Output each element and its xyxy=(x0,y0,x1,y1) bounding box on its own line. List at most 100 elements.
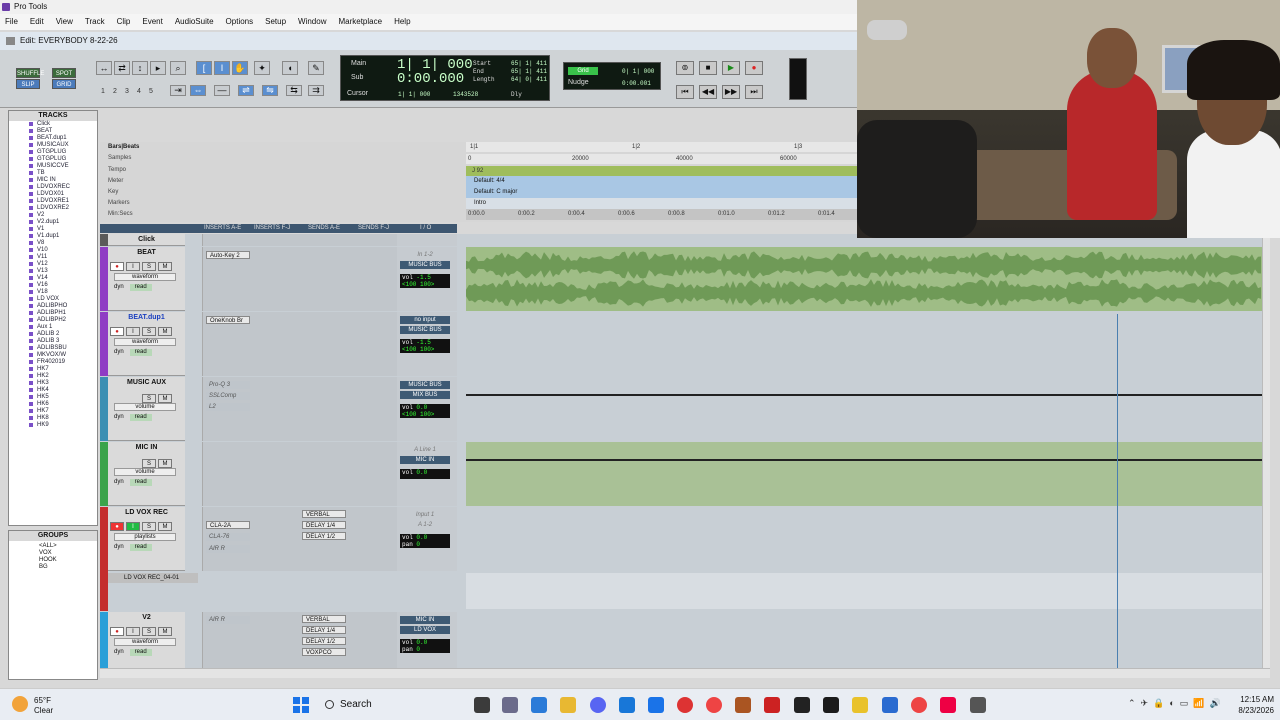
group-list-item[interactable]: VOX xyxy=(39,550,97,557)
sends-ae-header[interactable]: SENDS A-E xyxy=(308,224,340,233)
solo-button[interactable]: S xyxy=(142,627,156,636)
track-list-item[interactable]: FR402019 xyxy=(29,359,97,366)
ruler-label-markers[interactable]: Markers xyxy=(108,200,130,206)
warning-icon[interactable] xyxy=(852,697,868,713)
track-list-item[interactable]: TB xyxy=(29,170,97,177)
solo-button[interactable]: S xyxy=(142,262,156,271)
track-music-aux[interactable]: MUSIC AUX SM volume dyn read Pro-Q 3 SSLC… xyxy=(100,377,1270,441)
automation-mode[interactable]: read xyxy=(129,544,152,551)
fast-forward-button[interactable]: ▶▶ xyxy=(722,85,740,99)
track-list-item[interactable]: V11 xyxy=(29,254,97,261)
track-view-selector[interactable]: waveform xyxy=(114,338,176,346)
volume-pan-display[interactable]: vol 0.0 pan 0 xyxy=(400,639,450,653)
menu-clip[interactable]: Clip xyxy=(117,14,131,30)
track-beat-dup1[interactable]: BEAT.dup1 ● I S M waveform dyn read OneKnob … xyxy=(100,312,1270,376)
pencil-tool-icon[interactable]: ✎ xyxy=(308,61,324,75)
vertical-scrollbar[interactable] xyxy=(1262,236,1270,676)
zoom-preset-2[interactable]: 2 xyxy=(110,87,120,97)
menu-window[interactable]: Window xyxy=(298,14,326,30)
menu-options[interactable]: Options xyxy=(226,14,254,30)
track-list-item[interactable]: LDVOX01 xyxy=(29,191,97,198)
grid-value[interactable]: 0| 1| 000 xyxy=(622,68,654,75)
track-ld-vox-rec[interactable]: LD VOX REC ● I S M playlists dyn read LD VOX… xyxy=(100,507,1270,611)
calculator-icon[interactable] xyxy=(882,697,898,713)
length-value[interactable]: 64| 0| 411 xyxy=(511,76,547,83)
tempo-ruler[interactable]: J 92 xyxy=(466,166,857,176)
app-icon[interactable] xyxy=(677,697,693,713)
app-icon[interactable] xyxy=(735,697,751,713)
volume-pan-display[interactable]: vol 0.0 <100 100> xyxy=(400,404,450,418)
track-list-item[interactable]: Click xyxy=(29,121,97,128)
task-view-icon[interactable] xyxy=(474,697,490,713)
link-track-edit-icon[interactable]: — xyxy=(214,85,230,96)
speaker-tool-icon[interactable]: ◖ xyxy=(282,61,298,75)
track-list-item[interactable]: V14 xyxy=(29,275,97,282)
horizontal-scrollbar[interactable] xyxy=(100,668,1270,678)
insert-slot-c[interactable]: L2 xyxy=(206,403,250,411)
track-list-item[interactable]: LDVOXRE2 xyxy=(29,205,97,212)
record-enable-button[interactable]: ● xyxy=(110,262,124,271)
start-value[interactable]: 65| 1| 411 xyxy=(511,60,547,67)
track-list-item[interactable]: MUSICAUX xyxy=(29,142,97,149)
track-view-selector[interactable]: waveform xyxy=(114,273,176,281)
automation-selector[interactable]: dyn read xyxy=(114,649,176,657)
solo-button[interactable]: S xyxy=(142,459,156,468)
track-list-item[interactable]: HK4 xyxy=(29,387,97,394)
solo-button[interactable]: S xyxy=(142,522,156,531)
menu-audiosuite[interactable]: AudioSuite xyxy=(175,14,214,30)
track-lane-mic-in[interactable] xyxy=(466,442,1262,506)
track-list-item[interactable]: ADLIBPH2 xyxy=(29,317,97,324)
input-selector[interactable]: A Line 1 xyxy=(400,446,450,454)
input-monitor-button[interactable]: I xyxy=(126,522,140,531)
insert-slot-c[interactable]: AIR R xyxy=(206,545,250,553)
automation-selector[interactable]: dyn read xyxy=(114,544,176,552)
grid-mode-button[interactable]: GRID xyxy=(52,79,76,89)
automation-mode[interactable]: read xyxy=(129,414,152,421)
zoom-preset-3[interactable]: 3 xyxy=(122,87,132,97)
track-list-item[interactable]: BEAT.dup1 xyxy=(29,135,97,142)
send-slot-d[interactable]: VOXPCO xyxy=(302,648,346,656)
volume-pan-display[interactable]: vol -1.5 <100 100> xyxy=(400,339,450,353)
automation-mode[interactable]: read xyxy=(129,649,152,656)
volume-display[interactable]: vol 0.0 xyxy=(400,469,450,479)
slip-mode-button[interactable]: SLIP xyxy=(16,79,40,89)
track-list-item[interactable]: HK7 xyxy=(29,366,97,373)
automation-selector[interactable]: dyn read xyxy=(114,479,176,487)
beat-waveform[interactable] xyxy=(466,247,1262,311)
track-lane-v2[interactable] xyxy=(466,612,1262,672)
settings-icon[interactable] xyxy=(502,697,518,713)
tab-to-transient-icon[interactable]: ⇥ xyxy=(170,85,186,96)
nudge-value[interactable]: 0:00.001 xyxy=(622,80,651,87)
system-tray[interactable]: ⌃ ✈ 🔒 ◐ ▭ 📶 🔊 xyxy=(1128,698,1221,709)
insert-slot-a[interactable]: OneKnob Br xyxy=(206,316,250,324)
track-list-item[interactable]: ADLIB 3 xyxy=(29,338,97,345)
volume-pan-display[interactable]: vol 0.0 pan 0 xyxy=(400,534,450,548)
link-timeline-icon[interactable]: ⇔ xyxy=(190,85,206,96)
mute-button[interactable]: M xyxy=(158,327,172,336)
zoom-toggle-icon[interactable]: ▸ xyxy=(150,61,166,75)
record-enable-button[interactable]: ● xyxy=(110,627,124,636)
app-icon[interactable] xyxy=(970,697,986,713)
track-list-item[interactable]: MIC IN xyxy=(29,177,97,184)
mute-button[interactable]: M xyxy=(158,459,172,468)
automation-mode[interactable]: read xyxy=(129,349,152,356)
automation-selector[interactable]: dyn read xyxy=(114,414,176,422)
output-selector[interactable]: MIX BUS xyxy=(400,391,450,399)
ruler-label-key[interactable]: Key xyxy=(108,189,118,195)
menu-edit[interactable]: Edit xyxy=(30,14,44,30)
tempo-marker[interactable]: J 92 xyxy=(472,168,483,174)
markers-ruler[interactable]: Intro xyxy=(466,198,857,209)
track-view-selector[interactable]: waveform xyxy=(114,638,176,646)
zoom-preset-5[interactable]: 5 xyxy=(146,87,156,97)
track-list-item[interactable]: HK6 xyxy=(29,401,97,408)
group-list-item[interactable]: <ALL> xyxy=(39,543,97,550)
keyboard-focus-icon[interactable]: ⇆ xyxy=(286,85,302,96)
track-view-selector[interactable]: volume xyxy=(114,468,176,476)
track-name-beat[interactable]: BEAT xyxy=(108,249,185,256)
ruler-lanes[interactable]: 1|1 1|2 1|3 0 20000 40000 60000 J 92 Def… xyxy=(466,142,857,222)
track-list-item[interactable]: MUSICCVE xyxy=(29,163,97,170)
track-name-v2[interactable]: V2 xyxy=(108,614,185,621)
track-list-item[interactable]: HK7 xyxy=(29,408,97,415)
track-beat[interactable]: BEAT ● I S M waveform dyn read Auto-Key 2 In… xyxy=(100,247,1270,311)
input-monitor-button[interactable]: I xyxy=(126,327,140,336)
